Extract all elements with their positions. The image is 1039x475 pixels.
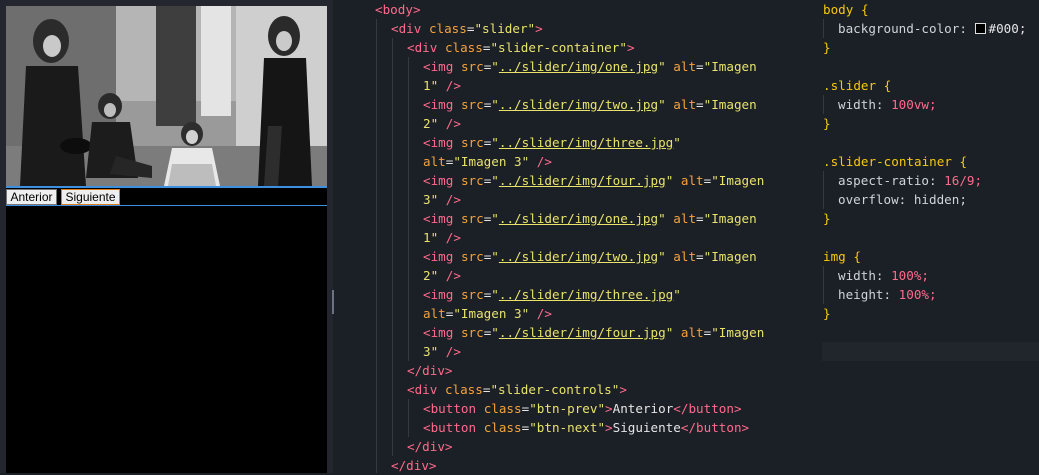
code-line: <img src="../slider/img/two.jpg" alt="Im… bbox=[423, 97, 757, 112]
css-line: } bbox=[823, 40, 831, 55]
css-line: height: 100%; bbox=[838, 287, 937, 302]
code-line: 1" /> bbox=[423, 230, 461, 245]
code-line: <div class="slider-container"> bbox=[407, 40, 635, 55]
css-line: body { bbox=[823, 2, 869, 17]
color-swatch[interactable] bbox=[974, 23, 986, 34]
code-line: alt="Imagen 3" /> bbox=[423, 154, 552, 169]
code-line: 1" /> bbox=[423, 78, 461, 93]
css-line: } bbox=[823, 116, 831, 131]
code-line: <img src="../slider/img/one.jpg" alt="Im… bbox=[423, 59, 757, 74]
css-line: .slider-container { bbox=[823, 154, 968, 169]
active-line-highlight[interactable] bbox=[822, 342, 1039, 361]
css-line: } bbox=[823, 306, 831, 321]
code-line: </div> bbox=[391, 458, 437, 473]
code-line: 2" /> bbox=[423, 268, 461, 283]
anterior-button[interactable]: Anterior bbox=[6, 189, 57, 205]
html-editor[interactable]: <body> <div class="slider"> <div class="… bbox=[360, 0, 805, 473]
code-line: <div class="slider-controls"> bbox=[407, 382, 627, 397]
code-line: </div> bbox=[407, 363, 453, 378]
code-line: <button class="btn-next">Siguiente</butt… bbox=[423, 420, 750, 435]
code-line: <img src="../slider/img/two.jpg" alt="Im… bbox=[423, 249, 757, 264]
slider-image bbox=[6, 6, 327, 186]
code-line: </div> bbox=[407, 439, 453, 454]
code-line: <div class="slider"> bbox=[391, 21, 543, 36]
css-line: width: 100vw; bbox=[838, 97, 937, 112]
css-editor[interactable]: body { background-color: #000; } .slider… bbox=[815, 0, 1039, 473]
css-line: img { bbox=[823, 249, 861, 264]
css-line: .slider { bbox=[823, 78, 892, 93]
css-line: background-color: #000; bbox=[838, 21, 1027, 36]
pane-resize-handle[interactable] bbox=[332, 290, 334, 314]
siguiente-button[interactable]: Siguiente bbox=[61, 189, 120, 205]
code-line: <img src="../slider/img/one.jpg" alt="Im… bbox=[423, 211, 757, 226]
code-line: <img src="../slider/img/four.jpg" alt="I… bbox=[423, 325, 765, 340]
code-line: alt="Imagen 3" /> bbox=[423, 306, 552, 321]
code-line: 3" /> bbox=[423, 344, 461, 359]
code-line: <img src="../slider/img/three.jpg" bbox=[423, 135, 681, 150]
css-line: overflow: hidden; bbox=[838, 192, 967, 207]
preview-canvas: Anterior Siguiente bbox=[6, 6, 327, 473]
css-line: width: 100%; bbox=[838, 268, 930, 283]
code-line: 3" /> bbox=[423, 192, 461, 207]
code-line: 2" /> bbox=[423, 116, 461, 131]
css-line: aspect-ratio: 16/9; bbox=[838, 173, 983, 188]
browser-preview: Anterior Siguiente bbox=[0, 0, 333, 473]
code-line: <img src="../slider/img/three.jpg" bbox=[423, 287, 681, 302]
slider-controls: Anterior Siguiente bbox=[6, 188, 327, 206]
css-line: } bbox=[823, 211, 831, 226]
code-line: <img src="../slider/img/four.jpg" alt="I… bbox=[423, 173, 765, 188]
code-line: <button class="btn-prev">Anterior</butto… bbox=[423, 401, 742, 416]
code-line: <body> bbox=[375, 2, 421, 17]
